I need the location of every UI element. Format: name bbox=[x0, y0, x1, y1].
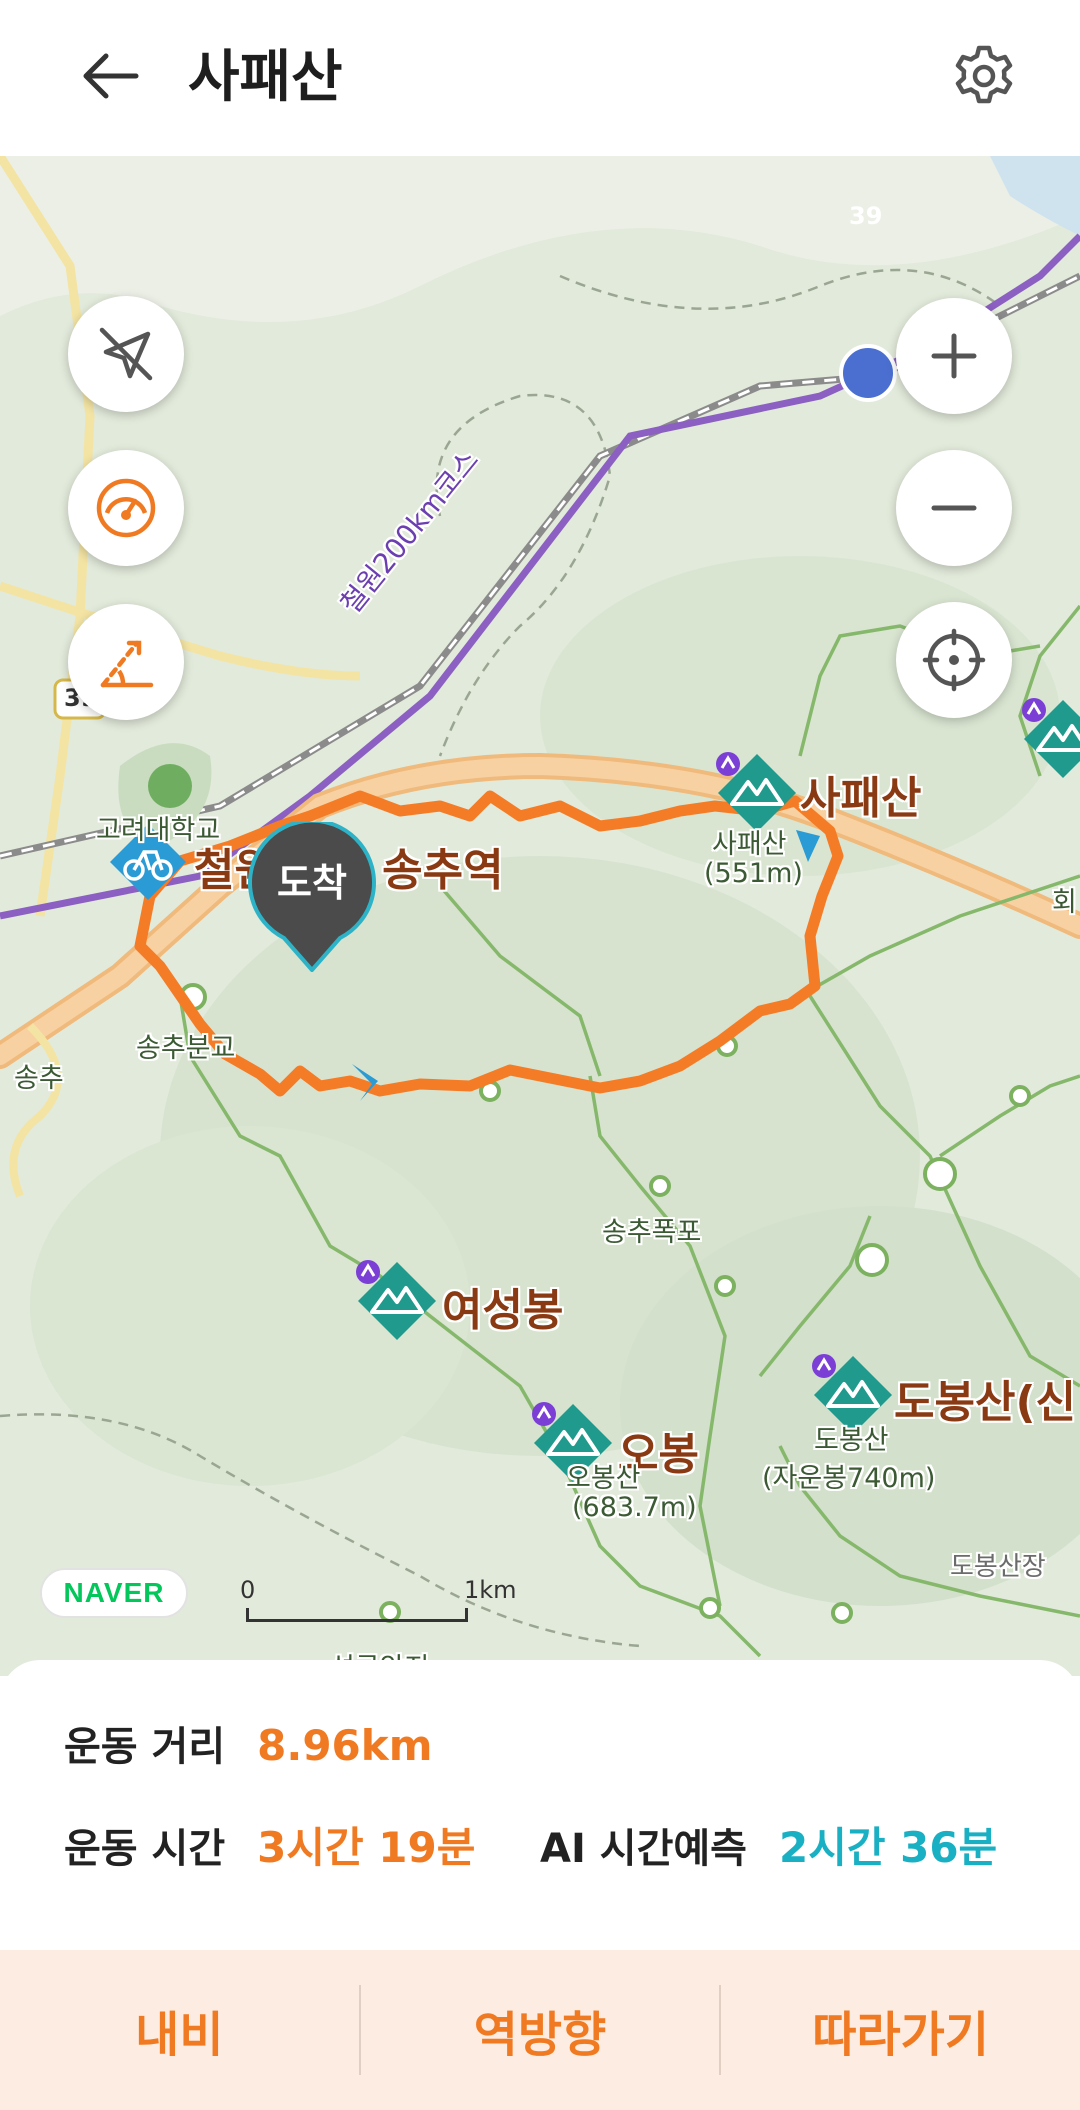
label-obongsan: 오봉산 bbox=[566, 1463, 641, 1494]
arrival-marker[interactable]: 도착 bbox=[246, 822, 378, 972]
settings-button[interactable] bbox=[944, 36, 1024, 116]
scale-bar bbox=[246, 1608, 468, 1622]
follow-button[interactable]: 따라가기 bbox=[721, 1950, 1080, 2110]
speed-button[interactable] bbox=[68, 450, 184, 566]
label-dobongsan: 도봉산(신 bbox=[894, 1377, 1077, 1428]
naver-logo: NAVER bbox=[40, 1568, 188, 1618]
label-sapaesan-height: (551m) bbox=[704, 858, 803, 889]
mountain-icon-east[interactable] bbox=[1020, 696, 1080, 782]
label-dobongsan-sub: 도봉산 bbox=[814, 1425, 889, 1456]
elevation-button[interactable] bbox=[68, 604, 184, 720]
label-songchu: 송추 bbox=[14, 1063, 64, 1094]
time-value: 3시간 19분 bbox=[257, 1823, 476, 1872]
label-dobongsan-height: (자운봉740m) bbox=[762, 1463, 936, 1494]
minus-icon bbox=[931, 505, 977, 511]
speedometer-icon bbox=[96, 478, 156, 538]
ai-prediction-row: AI 시간예측 2시간 36분 bbox=[540, 1814, 997, 1875]
scale-distance: 1km bbox=[464, 1576, 517, 1604]
scale-zero: 0 bbox=[240, 1576, 256, 1604]
label-dobong-parking: 도봉산장 bbox=[950, 1552, 1046, 1582]
navi-button[interactable]: 내비 bbox=[0, 1950, 359, 2110]
zoom-out-button[interactable] bbox=[896, 450, 1012, 566]
back-button[interactable] bbox=[70, 36, 150, 116]
reverse-button[interactable]: 역방향 bbox=[361, 1950, 720, 2110]
label-yeoseongbong: 여성봉 bbox=[442, 1285, 564, 1336]
label-obongsan-height: (683.7m) bbox=[572, 1492, 697, 1523]
distance-row: 운동 거리 8.96km bbox=[64, 1714, 432, 1772]
route-stats-panel: 운동 거리 8.96km 운동 시간 3시간 19분 AI 시간예측 2시간 3… bbox=[0, 1660, 1080, 1950]
label-sapaesan: 사패산 bbox=[800, 773, 922, 824]
crosshair-icon bbox=[922, 628, 986, 692]
road-39-shield-label: 39 bbox=[849, 202, 883, 230]
map-scale: 0 1km bbox=[240, 1576, 517, 1632]
ai-prediction-value: 2시간 36분 bbox=[778, 1823, 998, 1872]
arrival-label: 도착 bbox=[277, 861, 347, 905]
app-header: 사패산 bbox=[0, 0, 1080, 156]
gear-icon bbox=[955, 45, 1013, 104]
label-songchu-falls: 송추폭포 bbox=[602, 1217, 702, 1248]
map-view[interactable]: 39 39 철원200km코스 고려대학교 철원200 송추역 사패산 사패산 … bbox=[0, 156, 1080, 1676]
elevation-slope-icon bbox=[100, 640, 154, 688]
time-label: 운동 시간 bbox=[64, 1826, 226, 1872]
compass-toggle-button[interactable] bbox=[68, 296, 184, 412]
label-hoe: 회 bbox=[1052, 887, 1077, 918]
page-title: 사패산 bbox=[188, 45, 343, 110]
zoom-in-button[interactable] bbox=[896, 298, 1012, 414]
distance-label: 운동 거리 bbox=[64, 1724, 226, 1770]
label-songchu-branch: 송추분교 bbox=[136, 1033, 236, 1064]
mountain-icon-yeoseongbong[interactable] bbox=[354, 1258, 440, 1344]
label-sapaesan-sub: 사패산 bbox=[712, 829, 787, 860]
action-bar: 내비 역방향 따라가기 bbox=[0, 1950, 1080, 2110]
compass-off-icon bbox=[99, 327, 153, 381]
my-location-button[interactable] bbox=[896, 602, 1012, 718]
plus-icon bbox=[931, 333, 977, 379]
time-row: 운동 시간 3시간 19분 bbox=[64, 1814, 475, 1875]
distance-value: 8.96km bbox=[257, 1721, 433, 1770]
arrow-left-icon bbox=[83, 53, 139, 99]
ai-prediction-label: AI 시간예측 bbox=[540, 1826, 747, 1872]
